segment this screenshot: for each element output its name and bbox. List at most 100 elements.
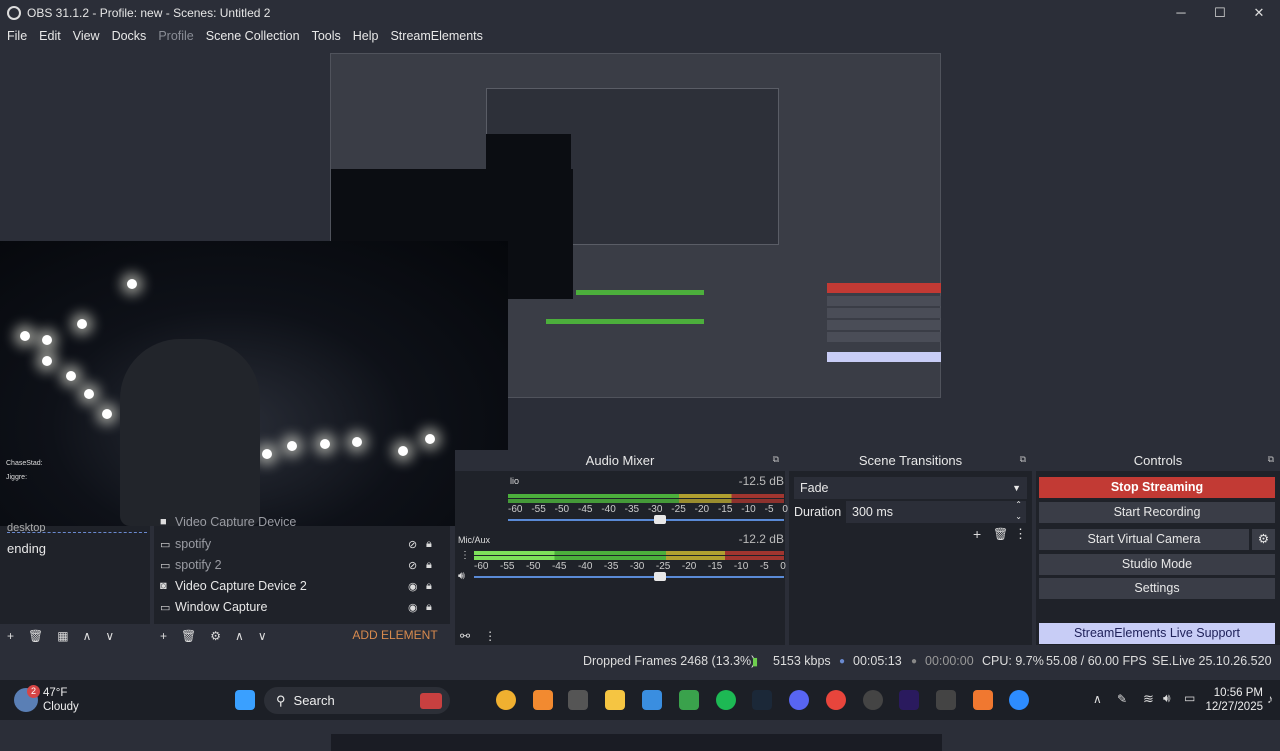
menu-edit[interactable]: Edit bbox=[32, 29, 66, 43]
search-icon: ⚲ bbox=[276, 692, 286, 708]
scene-item-desktop[interactable]: desktop bbox=[7, 522, 147, 533]
trash-icon[interactable]: 🗑︎ bbox=[28, 629, 43, 643]
nested-stop-button bbox=[827, 283, 941, 293]
kebab-icon[interactable]: ⋮ bbox=[484, 629, 496, 643]
wifi-icon[interactable]: ≋ bbox=[1143, 691, 1154, 707]
lock-icon[interactable]: 🔒︎ bbox=[426, 580, 432, 593]
minimize-icon[interactable]: ─ bbox=[1162, 0, 1200, 25]
start-recording-button[interactable]: Start Recording bbox=[1039, 502, 1275, 523]
volume-slider[interactable] bbox=[508, 515, 784, 524]
close-icon[interactable]: ✕ bbox=[1240, 0, 1278, 25]
nested-btn-4 bbox=[827, 332, 941, 342]
scene-item-ending[interactable]: ending bbox=[7, 541, 46, 556]
volume-meter bbox=[508, 499, 784, 503]
add-icon[interactable]: + bbox=[7, 629, 14, 643]
trash-icon[interactable]: 🗑︎ bbox=[993, 527, 1008, 541]
filter-icon[interactable]: ▦ bbox=[57, 629, 68, 643]
menu-help[interactable]: Help bbox=[346, 29, 384, 43]
menu-streamelements[interactable]: StreamElements bbox=[383, 29, 487, 43]
hidden-eye-icon[interactable]: ⊘ bbox=[408, 538, 417, 551]
source-name: Video Capture Device bbox=[175, 517, 297, 527]
clock-time[interactable]: 10:56 PM bbox=[1214, 687, 1263, 699]
app-icon[interactable] bbox=[936, 690, 956, 710]
hidden-eye-icon[interactable]: ⊘ bbox=[408, 559, 417, 572]
volume-meter bbox=[474, 551, 784, 555]
menu-profile[interactable]: Profile bbox=[151, 29, 198, 43]
eye-icon[interactable]: ◉ bbox=[408, 601, 418, 614]
speaker-icon[interactable]: 🔊︎ bbox=[458, 570, 465, 583]
lock-icon[interactable]: 🔒︎ bbox=[426, 601, 432, 614]
clock-date[interactable]: 12/27/2025 bbox=[1205, 701, 1263, 713]
arrow-up-icon[interactable]: ∧ bbox=[83, 629, 92, 643]
volume-slider[interactable] bbox=[474, 572, 784, 581]
add-icon[interactable]: + bbox=[160, 629, 167, 643]
menu-file[interactable]: File bbox=[0, 29, 32, 43]
app-icon[interactable] bbox=[642, 690, 662, 710]
stop-streaming-button[interactable]: Stop Streaming bbox=[1039, 477, 1275, 498]
slider-knob[interactable] bbox=[654, 515, 666, 524]
volume-icon[interactable]: 🔊︎ bbox=[1163, 691, 1171, 706]
undock-icon[interactable]: ⧉ bbox=[1020, 454, 1026, 465]
duration-input[interactable]: 300 ms ⌃ ⌄ bbox=[846, 499, 1026, 523]
fl-studio-icon[interactable] bbox=[973, 690, 993, 710]
arrow-down-icon[interactable]: ∨ bbox=[105, 629, 114, 643]
string-light bbox=[425, 434, 435, 444]
folder-icon[interactable] bbox=[605, 690, 625, 710]
source-row[interactable]: ▭ Window Capture ◉ 🔒︎ bbox=[160, 597, 440, 617]
transition-select[interactable]: Fade ▼ bbox=[794, 477, 1027, 499]
chrome-icon[interactable] bbox=[826, 690, 846, 710]
menu-docks[interactable]: Docks bbox=[105, 29, 152, 43]
settings-button[interactable]: Settings bbox=[1039, 578, 1275, 599]
lock-icon[interactable]: 🔒︎ bbox=[426, 559, 432, 572]
studio-mode-button[interactable]: Studio Mode bbox=[1039, 554, 1275, 575]
arrow-up-icon[interactable]: ∧ bbox=[235, 629, 244, 643]
discord-icon[interactable] bbox=[789, 690, 809, 710]
slider-knob[interactable] bbox=[654, 572, 666, 581]
obs-icon[interactable] bbox=[863, 690, 883, 710]
audio-mixer-header: Audio Mixer ⧉ bbox=[455, 450, 785, 471]
zoom-icon[interactable] bbox=[1009, 690, 1029, 710]
arrow-down-icon[interactable]: ∨ bbox=[258, 629, 267, 643]
kebab-icon[interactable]: ⋮ bbox=[460, 550, 470, 561]
source-row[interactable]: ▭ spotify ⊘ 🔒︎ bbox=[160, 534, 440, 554]
live-support-button[interactable]: StreamElements Live Support bbox=[1039, 623, 1275, 644]
battery-icon[interactable]: ▭ bbox=[1184, 691, 1195, 705]
menu-scene-collection[interactable]: Scene Collection bbox=[199, 29, 305, 43]
trash-icon[interactable]: 🗑︎ bbox=[181, 629, 196, 643]
source-row[interactable]: ◙ Video Capture Device 2 ◉ 🔒︎ bbox=[160, 576, 440, 596]
menu-view[interactable]: View bbox=[66, 29, 105, 43]
gear-icon[interactable]: ⚙ bbox=[1252, 529, 1275, 550]
bitrate: 5153 kbps bbox=[773, 654, 831, 668]
app-icon[interactable] bbox=[496, 690, 516, 710]
add-icon[interactable]: + bbox=[973, 526, 981, 542]
source-row[interactable]: ▭ spotify 2 ⊘ 🔒︎ bbox=[160, 555, 440, 575]
source-row[interactable]: ■ Video Capture Device bbox=[160, 517, 440, 527]
meter-ticks: -60 -55 -50 -45 -40 -35 -30 -25 -20 -15 -10 -5 0 bbox=[508, 504, 788, 515]
app-icon[interactable] bbox=[568, 690, 588, 710]
kebab-icon[interactable]: ⋮ bbox=[1014, 526, 1027, 542]
taskbar-search[interactable]: ⚲ Search bbox=[264, 687, 450, 714]
windows-start-icon[interactable] bbox=[235, 690, 255, 710]
link-icon[interactable]: ⚯ bbox=[460, 629, 470, 643]
undock-icon[interactable]: ⧉ bbox=[1268, 454, 1274, 465]
app-icon[interactable] bbox=[533, 690, 553, 710]
add-element-button[interactable]: ADD ELEMENT bbox=[344, 626, 446, 644]
lock-icon[interactable]: 🔒︎ bbox=[426, 538, 432, 551]
spinner-icon[interactable]: ⌃ ⌄ bbox=[1015, 499, 1022, 523]
menu-tools[interactable]: Tools bbox=[305, 29, 346, 43]
start-virtual-camera-button[interactable]: Start Virtual Camera bbox=[1039, 529, 1249, 550]
webcam-feed: ChaseStad: Jiggre: bbox=[0, 241, 508, 526]
search-label: Search bbox=[293, 693, 335, 708]
spotify-icon[interactable] bbox=[716, 690, 736, 710]
eye-icon[interactable]: ◉ bbox=[408, 580, 418, 593]
minecraft-icon[interactable] bbox=[679, 690, 699, 710]
gear-icon[interactable]: ⚙ bbox=[210, 629, 221, 643]
chevron-up-icon[interactable]: ∧ bbox=[1093, 692, 1102, 706]
steam-icon[interactable] bbox=[752, 690, 772, 710]
premiere-icon[interactable] bbox=[899, 690, 919, 710]
bell-icon[interactable]: ♪ bbox=[1267, 692, 1273, 706]
pen-icon[interactable]: ✎ bbox=[1117, 692, 1127, 706]
scene-transitions-title: Scene Transitions bbox=[858, 453, 963, 468]
undock-icon[interactable]: ⧉ bbox=[773, 454, 779, 465]
maximize-icon[interactable]: ☐ bbox=[1201, 0, 1239, 25]
